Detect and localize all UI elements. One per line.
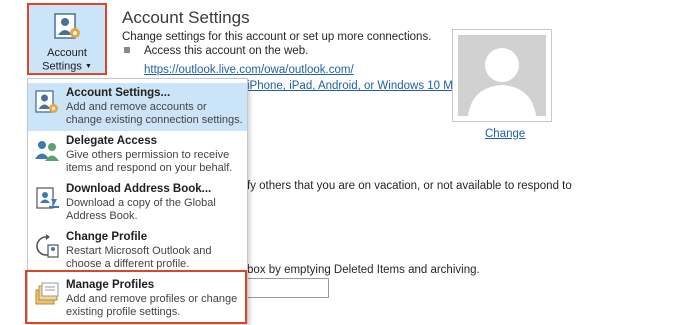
page-description: Change settings for this account or set … bbox=[122, 31, 432, 43]
change-profile-icon bbox=[36, 234, 59, 258]
menu-item-description: Add and remove accounts or change existi… bbox=[66, 101, 243, 126]
profile-picture bbox=[452, 29, 552, 122]
menu-item-title: Account Settings... bbox=[66, 87, 171, 99]
account-settings-label-line1: Account bbox=[47, 47, 87, 59]
person-silhouette-icon bbox=[468, 48, 536, 116]
account-settings-menu: Account Settings... Add and remove accou… bbox=[27, 78, 248, 324]
menu-item-account-settings[interactable]: Account Settings... Add and remove accou… bbox=[28, 83, 247, 131]
access-web-text: Access this account on the web. bbox=[144, 45, 309, 57]
menu-item-description: Download a copy of the Global Address Bo… bbox=[66, 197, 216, 222]
mailbox-cleanup-text: box by emptying Deleted Items and archiv… bbox=[247, 264, 480, 276]
menu-item-title: Manage Profiles bbox=[66, 279, 155, 291]
menu-item-title: Delegate Access bbox=[66, 135, 157, 147]
page-title: Account Settings bbox=[122, 8, 250, 27]
menu-item-description: Restart Microsoft Outlook and choose a d… bbox=[66, 245, 212, 270]
account-settings-icon bbox=[54, 13, 80, 39]
account-settings-icon bbox=[35, 90, 58, 113]
menu-item-manage-profiles[interactable]: Manage Profiles Add and remove profiles … bbox=[28, 275, 247, 323]
web-url-link[interactable]: https://outlook.live.com/owa/outlook.com… bbox=[144, 64, 354, 76]
menu-item-description: Give others permission to receive items … bbox=[66, 149, 233, 174]
menu-item-delegate-access[interactable]: Delegate Access Give others permission t… bbox=[28, 131, 247, 179]
menu-item-description: Add and remove profiles or change existi… bbox=[66, 293, 238, 318]
menu-item-title: Download Address Book... bbox=[66, 183, 212, 195]
menu-item-change-profile[interactable]: Change Profile Restart Microsoft Outlook… bbox=[28, 227, 247, 275]
people-icon bbox=[35, 141, 59, 161]
menu-item-download-address-book[interactable]: Download Address Book... Download a copy… bbox=[28, 179, 247, 227]
mailbox-size-field[interactable] bbox=[247, 278, 329, 298]
triangle-down-icon: ▼ bbox=[84, 63, 92, 70]
address-book-icon bbox=[36, 187, 59, 209]
bullet-icon bbox=[124, 47, 130, 53]
account-settings-button[interactable]: Account Settings ▼ bbox=[27, 3, 107, 75]
account-settings-label-line2: Settings bbox=[42, 60, 82, 73]
manage-profiles-icon bbox=[35, 282, 59, 305]
mobile-devices-link[interactable]: iPhone, iPad, Android, or Windows 10 Mob… bbox=[247, 80, 480, 92]
menu-item-title: Change Profile bbox=[66, 231, 148, 243]
automatic-replies-text: fy others that you are on vacation, or n… bbox=[247, 180, 572, 192]
change-picture-link[interactable]: Change bbox=[485, 128, 525, 140]
